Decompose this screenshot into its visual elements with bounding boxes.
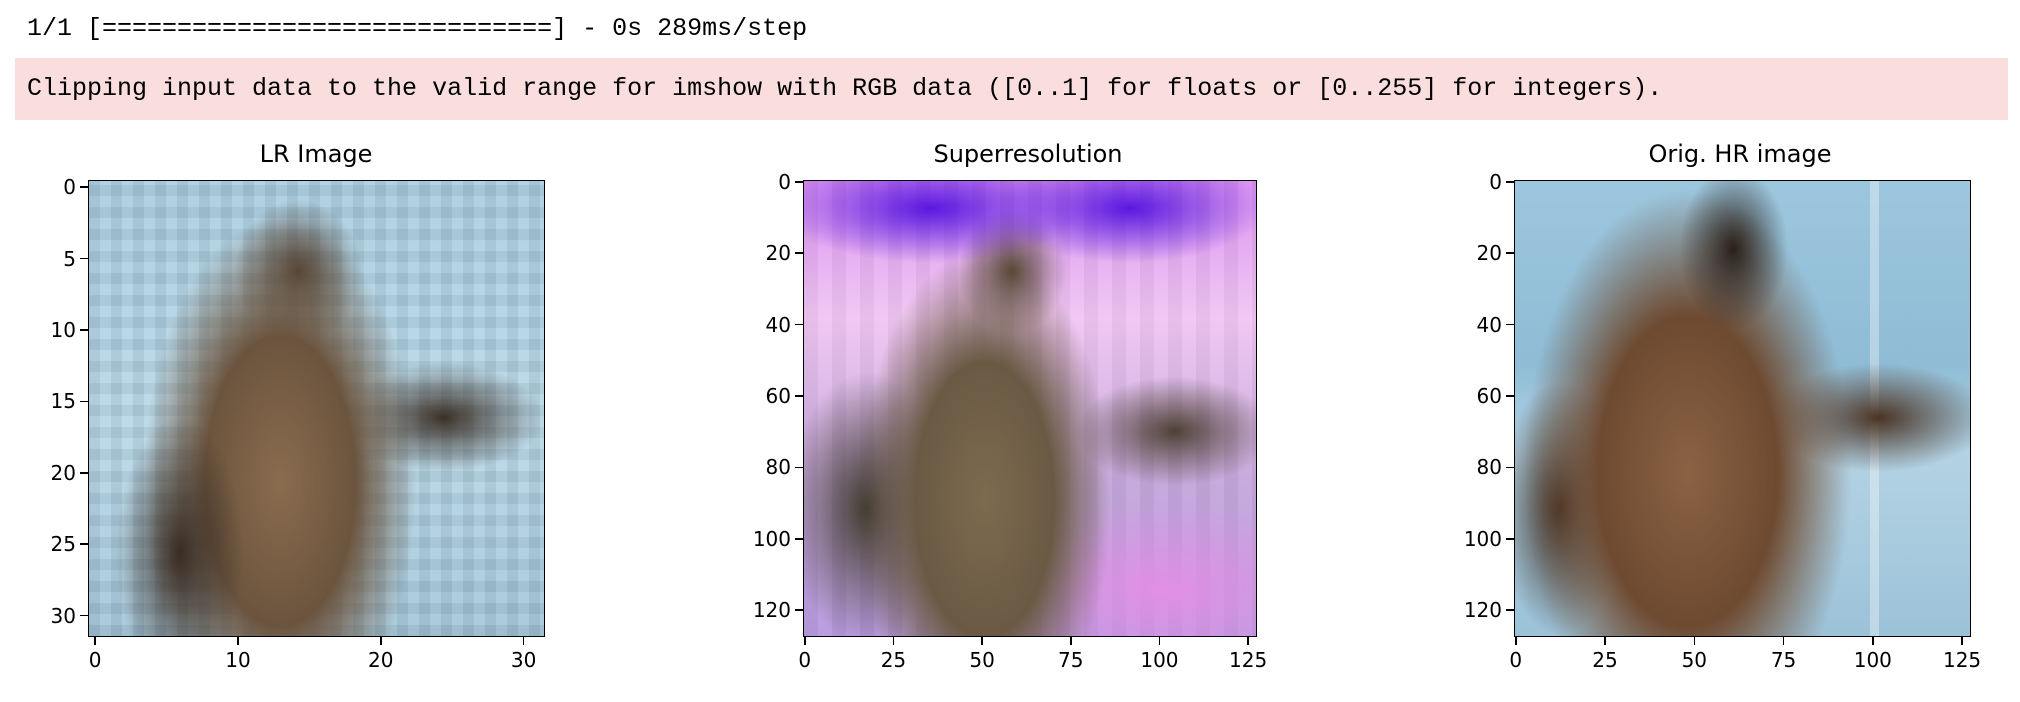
y-tick-label: 0: [1489, 169, 1502, 194]
superresolution-image: [804, 181, 1256, 636]
y-tick-mark: [795, 181, 803, 183]
y-tick-mark: [1506, 466, 1514, 469]
y-tick-label: 40: [1476, 312, 1502, 337]
panel-title-superresolution: Superresolution: [933, 140, 1123, 168]
panel-title-lr: LR Image: [259, 140, 373, 168]
y-tick-mark: [1506, 323, 1514, 326]
y-tick-mark: [1506, 538, 1514, 540]
x-tick-mark: [892, 637, 895, 645]
stderr-warning-box: Clipping input data to the valid range f…: [15, 58, 2008, 120]
y-tick-label: 5: [63, 246, 76, 271]
y-tick-label: 120: [752, 598, 791, 623]
y-tick-label: 80: [765, 455, 791, 480]
y-tick-label: 100: [752, 526, 791, 551]
y-tick-label: 15: [50, 389, 76, 414]
y-tick-mark: [1506, 181, 1514, 183]
y-tick-mark: [795, 466, 803, 469]
x-tick-label: 125: [1942, 648, 1982, 672]
y-tick-label: 20: [765, 241, 791, 266]
y-tick-mark: [795, 323, 803, 326]
x-tick-mark: [94, 637, 96, 645]
x-tick-mark: [1872, 637, 1874, 645]
x-tick-label: 50: [969, 648, 995, 672]
y-tick-label: 10: [50, 317, 76, 342]
lr-image: [89, 181, 544, 636]
y-tick-mark: [1506, 395, 1514, 397]
y-tick-label: 40: [765, 312, 791, 337]
y-tick-label: 120: [1463, 598, 1502, 623]
y-tick-mark: [795, 609, 803, 611]
y-tick-label: 0: [778, 169, 791, 194]
x-tick-label: 25: [1592, 648, 1618, 672]
y-tick-mark: [80, 329, 88, 331]
x-tick-label: 125: [1229, 648, 1268, 672]
x-tick-label: 25: [880, 648, 907, 672]
y-tick-mark: [80, 472, 88, 474]
y-tick-label: 20: [50, 460, 76, 485]
x-tick-mark: [1693, 637, 1696, 645]
y-tick-mark: [795, 538, 803, 540]
y-tick-mark: [80, 400, 88, 403]
x-tick-label: 75: [1770, 648, 1797, 672]
x-tick-mark: [1961, 637, 1963, 645]
y-tick-mark: [80, 257, 88, 260]
x-tick-label: 10: [225, 648, 251, 672]
y-tick-label: 20: [1476, 241, 1502, 266]
y-tick-label: 100: [1463, 526, 1502, 551]
x-tick-label: 50: [1681, 648, 1708, 672]
x-tick-mark: [522, 637, 525, 645]
x-tick-mark: [380, 637, 382, 645]
y-tick-mark: [80, 186, 88, 188]
x-tick-mark: [804, 637, 806, 645]
y-tick-mark: [795, 252, 803, 254]
y-tick-label: 60: [765, 384, 791, 408]
y-tick-mark: [1506, 609, 1514, 611]
x-tick-mark: [981, 637, 983, 645]
stdout-output: 1/1 [==============================] - 0…: [27, 14, 808, 43]
x-tick-mark: [1782, 637, 1785, 645]
superresolution-image-axes: [803, 180, 1257, 637]
x-tick-label: 75: [1058, 648, 1084, 672]
stderr-warning-text: Clipping input data to the valid range f…: [27, 74, 1663, 103]
hr-image: [1515, 181, 1970, 636]
hr-image-axes: [1514, 180, 1971, 637]
y-tick-mark: [1506, 252, 1514, 254]
x-tick-mark: [1247, 637, 1249, 645]
x-tick-label: 0: [88, 648, 102, 672]
x-tick-mark: [1515, 637, 1517, 645]
x-tick-mark: [237, 637, 239, 645]
panel-title-hr: Orig. HR image: [1648, 140, 1832, 168]
y-tick-label: 30: [50, 603, 76, 628]
x-tick-label: 100: [1853, 648, 1892, 672]
lr-image-axes: [88, 180, 545, 637]
y-tick-mark: [80, 614, 88, 617]
y-tick-label: 60: [1476, 384, 1502, 408]
y-tick-mark: [795, 395, 803, 397]
x-tick-label: 100: [1140, 648, 1179, 672]
x-tick-label: 0: [1509, 648, 1523, 672]
y-tick-label: 0: [63, 175, 76, 200]
x-tick-mark: [1070, 637, 1072, 645]
y-tick-mark: [80, 543, 88, 545]
x-tick-label: 20: [368, 648, 394, 672]
y-tick-label: 80: [1476, 455, 1502, 480]
x-tick-mark: [1604, 637, 1606, 645]
y-tick-label: 25: [50, 532, 76, 557]
x-tick-mark: [1158, 637, 1161, 645]
x-tick-label: 30: [510, 648, 537, 672]
x-tick-label: 0: [798, 648, 812, 672]
